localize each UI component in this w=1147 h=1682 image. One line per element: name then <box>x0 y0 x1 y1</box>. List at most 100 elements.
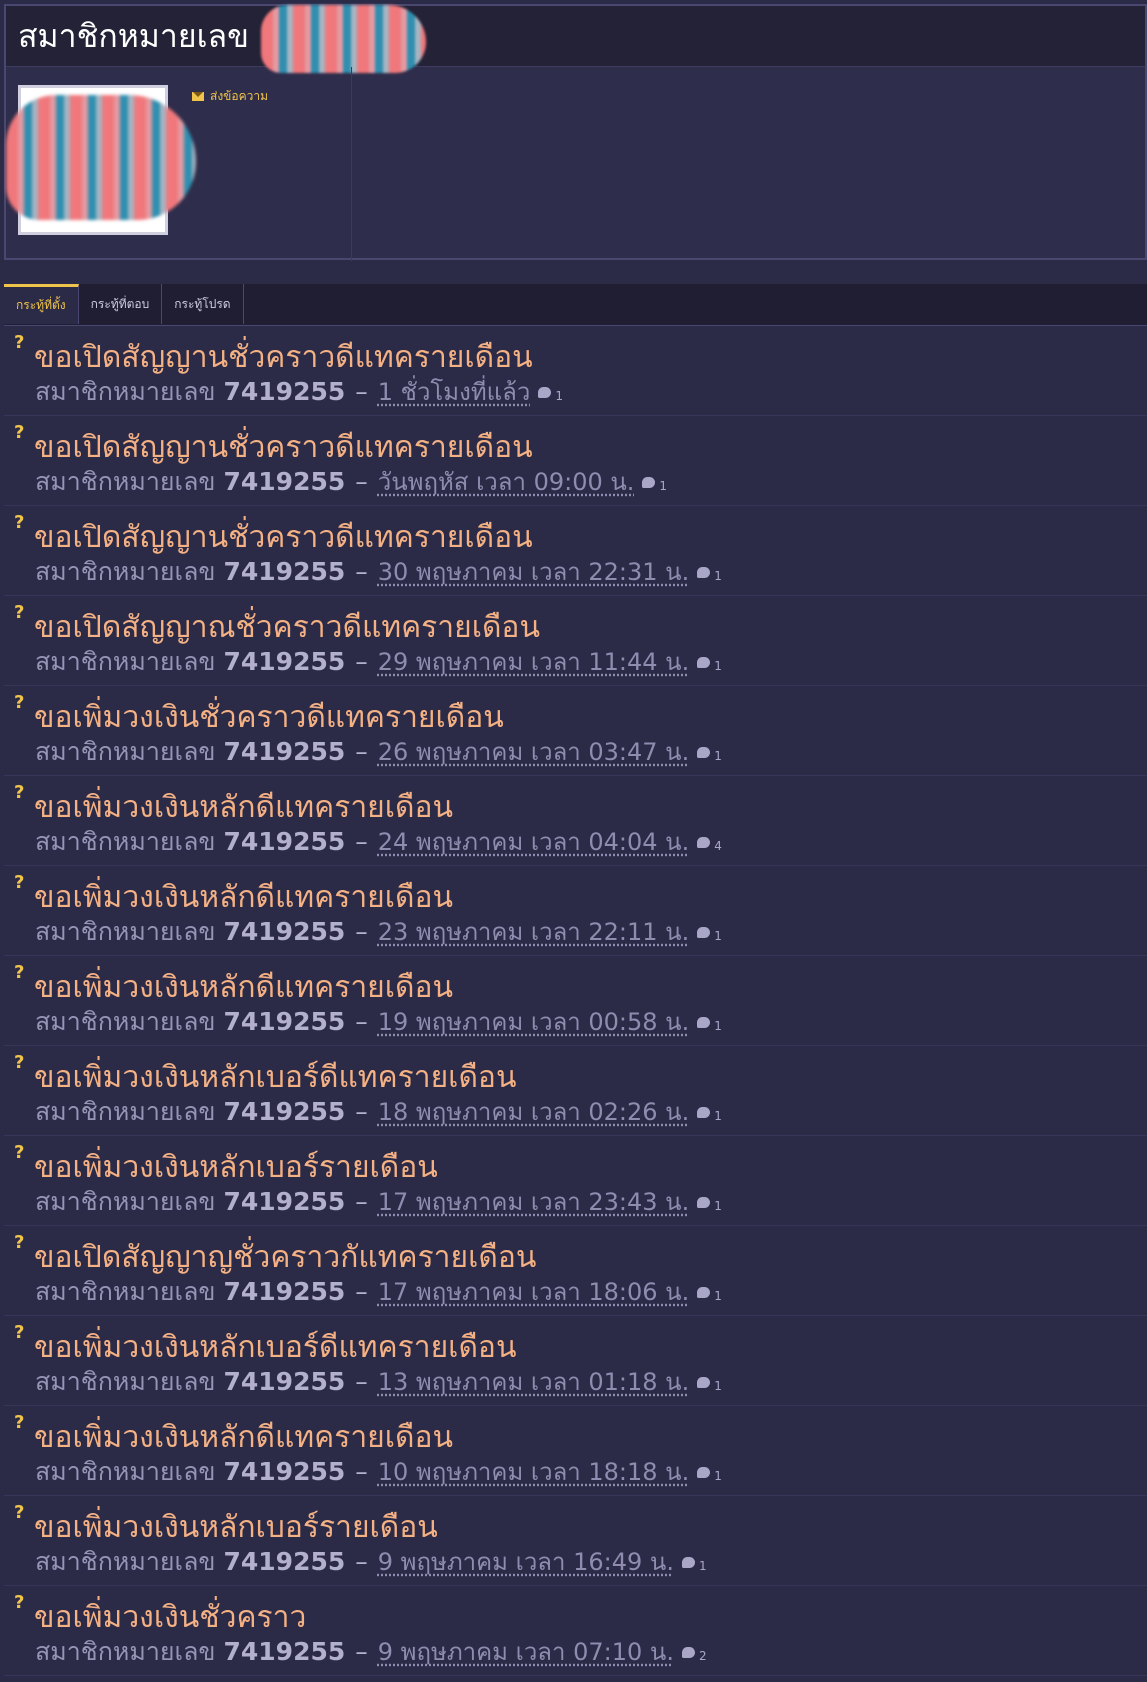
member-id[interactable]: 7419255 <box>223 827 345 856</box>
topic-date[interactable]: 17 พฤษภาคม เวลา 18:06 น. <box>378 1272 689 1311</box>
topic-row: ? ขอเพิ่มวงเงินหลักเบอร์รายเดือน สมาชิกห… <box>4 1136 1147 1226</box>
question-mark-icon: ? <box>14 692 25 713</box>
comment-bubble-icon <box>697 1467 711 1478</box>
comment-count: 1 <box>714 929 722 943</box>
topic-date[interactable]: 19 พฤษภาคม เวลา 00:58 น. <box>378 1002 689 1041</box>
separator: – <box>355 737 368 766</box>
topic-meta: สมาชิกหมายเลข 7419255 – 10 พฤษภาคม เวลา … <box>35 1452 722 1492</box>
member-id[interactable]: 7419255 <box>223 1367 345 1396</box>
profile-header: สมาชิกหมายเลข <box>6 5 1145 73</box>
separator: – <box>355 467 368 496</box>
separator: – <box>355 1637 368 1666</box>
topic-row: ? ขอเปิดสัญญานชั่วคราวดีแทครายเดือน สมาช… <box>4 506 1147 596</box>
topic-meta: สมาชิกหมายเลข 7419255 – 29 พฤษภาคม เวลา … <box>35 642 722 682</box>
question-mark-icon: ? <box>14 872 25 893</box>
topic-date[interactable]: 26 พฤษภาคม เวลา 03:47 น. <box>378 732 689 771</box>
topic-date[interactable]: 18 พฤษภาคม เวลา 02:26 น. <box>378 1092 689 1131</box>
member-id[interactable]: 7419255 <box>223 1457 345 1486</box>
page: สมาชิกหมายเลข ส่งข้อความ กระทู้ที่ตั้ง ก… <box>0 0 1147 1682</box>
send-message-link[interactable]: ส่งข้อความ <box>192 87 268 106</box>
topic-date[interactable]: 30 พฤษภาคม เวลา 22:31 น. <box>378 552 689 591</box>
topic-row: ? ขอเพิ่มวงเงินหลักเบอร์ดีแทครายเดือน สม… <box>4 1316 1147 1406</box>
profile-divider <box>351 67 352 261</box>
topic-row: ? ขอเพิ่มวงเงินหลักดีแทครายเดือน สมาชิกห… <box>4 1406 1147 1496</box>
separator: – <box>355 1007 368 1036</box>
profile-title: สมาชิกหมายเลข <box>18 16 250 55</box>
comment-count: 1 <box>714 1019 722 1033</box>
topic-meta: สมาชิกหมายเลข 7419255 – 17 พฤษภาคม เวลา … <box>35 1182 722 1222</box>
redacted-member-number <box>261 5 427 73</box>
member-label: สมาชิกหมายเลข <box>35 1547 216 1576</box>
comment-bubble-icon <box>642 477 656 488</box>
member-id[interactable]: 7419255 <box>223 1637 345 1666</box>
topic-date[interactable]: 10 พฤษภาคม เวลา 18:18 น. <box>378 1452 689 1491</box>
comment-bubble-icon <box>538 387 552 398</box>
question-mark-icon: ? <box>14 1412 25 1433</box>
member-id[interactable]: 7419255 <box>223 737 345 766</box>
member-id[interactable]: 7419255 <box>223 917 345 946</box>
question-mark-icon: ? <box>14 1052 25 1073</box>
topic-row: ? ขอเพิ่มวงเงินหลักดีแทครายเดือน สมาชิกห… <box>4 866 1147 956</box>
question-mark-icon: ? <box>14 1592 25 1613</box>
comment-bubble-icon <box>697 927 711 938</box>
question-mark-icon: ? <box>14 422 25 443</box>
comment-bubble-icon <box>697 837 711 848</box>
tab-favorite-topics[interactable]: กระทู้โปรด <box>162 284 244 324</box>
member-label: สมาชิกหมายเลข <box>35 1007 216 1036</box>
tab-replied-topics[interactable]: กระทู้ที่ตอบ <box>79 284 163 324</box>
tab-label: กระทู้ที่ตั้ง <box>16 298 66 312</box>
topic-date[interactable]: 24 พฤษภาคม เวลา 04:04 น. <box>378 822 689 861</box>
comment-bubble-icon <box>697 1017 711 1028</box>
separator: – <box>355 377 368 406</box>
topic-row: ? ขอเปิดสัญญานชั่วคราวดีแทครายเดือน สมาช… <box>4 326 1147 416</box>
comment-count: 1 <box>714 659 722 673</box>
topic-row: ? ขอเพิ่มวงเงินชั่วคราวดีแทครายเดือน สมา… <box>4 686 1147 776</box>
topic-meta: สมาชิกหมายเลข 7419255 – 30 พฤษภาคม เวลา … <box>35 552 722 592</box>
member-id[interactable]: 7419255 <box>223 1187 345 1216</box>
member-label: สมาชิกหมายเลข <box>35 377 216 406</box>
separator: – <box>355 1457 368 1486</box>
topic-row: ? ขอเพิ่มวงเงินหลักเบอร์รายเดือน สมาชิกห… <box>4 1496 1147 1586</box>
topic-date[interactable]: 17 พฤษภาคม เวลา 23:43 น. <box>378 1182 689 1221</box>
topic-date[interactable]: 1 ชั่วโมงที่แล้ว <box>378 372 531 411</box>
member-id[interactable]: 7419255 <box>223 1547 345 1576</box>
comment-bubble-icon <box>697 567 711 578</box>
comment-count: 1 <box>714 1469 722 1483</box>
send-message-label: ส่งข้อความ <box>210 89 269 103</box>
topic-date[interactable]: 9 พฤษภาคม เวลา 16:49 น. <box>378 1542 674 1581</box>
separator: – <box>355 1277 368 1306</box>
mail-icon <box>192 92 204 101</box>
comment-count: 1 <box>714 569 722 583</box>
member-id[interactable]: 7419255 <box>223 1277 345 1306</box>
question-mark-icon: ? <box>14 962 25 983</box>
topic-row: ? ขอเปิดสัญญาญชั่วคราวกัแทครายเดือน สมาช… <box>4 1226 1147 1316</box>
comment-count: 1 <box>714 1379 722 1393</box>
topic-row: ? ขอเพิ่มวงเงินชั่วคราว สมาชิกหมายเลข 74… <box>4 1586 1147 1676</box>
member-label: สมาชิกหมายเลข <box>35 1637 216 1666</box>
member-id[interactable]: 7419255 <box>223 467 345 496</box>
topic-date[interactable]: 13 พฤษภาคม เวลา 01:18 น. <box>378 1362 689 1401</box>
topic-date[interactable]: 9 พฤษภาคม เวลา 07:10 น. <box>378 1632 674 1671</box>
topic-row: ? ขอเพิ่มวงเงินหลักเบอร์ดีแทครายเดือน สม… <box>4 1046 1147 1136</box>
separator: – <box>355 1367 368 1396</box>
member-id[interactable]: 7419255 <box>223 647 345 676</box>
member-id[interactable]: 7419255 <box>223 1007 345 1036</box>
topic-date[interactable]: 23 พฤษภาคม เวลา 22:11 น. <box>378 912 689 951</box>
comment-count: 1 <box>555 389 563 403</box>
comment-count: 1 <box>714 749 722 763</box>
topic-list: ? ขอเปิดสัญญานชั่วคราวดีแทครายเดือน สมาช… <box>4 326 1147 1676</box>
comment-bubble-icon <box>697 657 711 668</box>
separator: – <box>355 917 368 946</box>
comment-bubble-icon <box>681 1647 695 1658</box>
comment-count: 2 <box>698 1649 707 1663</box>
comment-bubble-icon <box>697 1197 711 1208</box>
separator: – <box>355 1547 368 1576</box>
topic-date[interactable]: วันพฤหัส เวลา 09:00 น. <box>378 462 635 501</box>
member-id[interactable]: 7419255 <box>223 377 345 406</box>
member-id[interactable]: 7419255 <box>223 557 345 586</box>
question-mark-icon: ? <box>14 602 25 623</box>
tab-created-topics[interactable]: กระทู้ที่ตั้ง <box>4 284 79 324</box>
member-id[interactable]: 7419255 <box>223 1097 345 1126</box>
separator: – <box>355 1187 368 1216</box>
topic-date[interactable]: 29 พฤษภาคม เวลา 11:44 น. <box>378 642 689 681</box>
